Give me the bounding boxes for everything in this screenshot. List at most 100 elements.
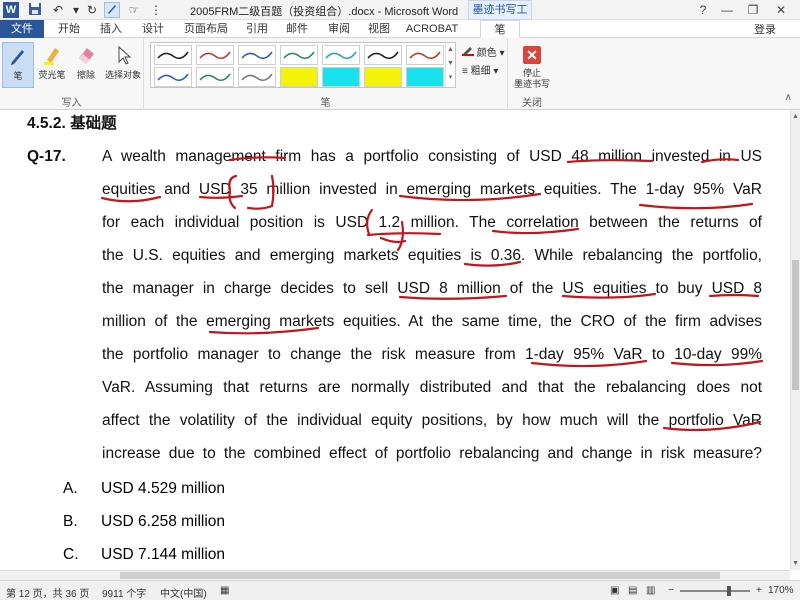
tab-pen[interactable]: 笔: [480, 20, 520, 38]
zoom-out-icon[interactable]: −: [668, 585, 674, 596]
pen-button[interactable]: 笔: [2, 42, 34, 88]
pen-color-dropdown[interactable]: 颜色 ▾: [462, 44, 505, 59]
maximize-button[interactable]: ❐: [740, 0, 766, 20]
close-group-label: 关闭: [522, 98, 542, 109]
write-group-label: 写入: [61, 98, 82, 109]
pen-style-swatch[interactable]: [322, 45, 360, 65]
tab-file[interactable]: 文件: [0, 20, 44, 38]
read-mode-icon[interactable]: ▣: [610, 585, 619, 596]
touch-mode-icon[interactable]: ☞: [126, 2, 142, 18]
pen-mode-icon[interactable]: [104, 2, 120, 18]
redo-icon[interactable]: ↻: [84, 2, 100, 18]
option-text: USD 6.258 million: [101, 513, 226, 530]
zoom-in-icon[interactable]: +: [756, 585, 762, 596]
horizontal-scrollbar[interactable]: [0, 570, 790, 580]
vertical-scrollbar[interactable]: ▲ ▼: [790, 110, 800, 570]
word-app-icon[interactable]: W: [3, 2, 19, 18]
write-group: 笔 荧光笔 擦除 选择对象 写入: [0, 38, 144, 110]
tab-mailings[interactable]: 邮件: [280, 20, 314, 38]
scroll-up-icon[interactable]: ▲: [791, 112, 800, 121]
select-objects-label: 选择对象: [104, 70, 141, 80]
option-text: USD 7.144 million: [101, 546, 226, 563]
word-window: W ↶ ▾ ↻ ☞ ⋮ 2005FRM二级百题（投资组合）.docx - Mic…: [0, 0, 800, 600]
pen-style-swatch[interactable]: [364, 67, 402, 87]
stop-inking-button[interactable]: ✕ 停止 墨迹书写: [508, 38, 556, 94]
zoom-slider-thumb[interactable]: [727, 586, 731, 596]
question-line: A wealth management firm has a portfolio…: [102, 148, 762, 165]
undo-icon[interactable]: ↶: [50, 2, 66, 18]
scroll-thumb[interactable]: [792, 260, 799, 390]
pen-weight-dropdown[interactable]: ≡ 粗细 ▾: [462, 62, 498, 77]
option-text: USD 4.529 million: [101, 480, 226, 497]
pen-style-swatch[interactable]: [364, 45, 402, 65]
pen-style-swatch[interactable]: [406, 67, 444, 87]
pen-group-label: 笔: [320, 98, 331, 109]
help-button[interactable]: ?: [690, 0, 716, 20]
question-label: Q-17.: [27, 148, 66, 165]
tab-acrobat[interactable]: ACROBAT: [404, 20, 460, 38]
pen-styles-group: ▲ ▼ ▾ 颜色 ▾ ≡ 粗细 ▾ 笔: [144, 38, 508, 110]
word-count[interactable]: 9911 个字: [102, 585, 146, 600]
save-icon[interactable]: [27, 2, 43, 18]
question-line: the manager in charge decides to sell US…: [102, 280, 762, 297]
pen-style-swatch[interactable]: [154, 45, 192, 65]
title-bar: W ↶ ▾ ↻ ☞ ⋮ 2005FRM二级百题（投资组合）.docx - Mic…: [0, 0, 800, 34]
question-line: the U.S. equities and emerging markets e…: [102, 247, 762, 264]
document-page[interactable]: 4.5.2. 基础题 Q-17. A wealth management fir…: [0, 110, 790, 570]
pen-weight-icon: ≡: [462, 66, 468, 77]
ribbon-tabs: 文件 开始 插入 设计 页面布局 引用 邮件 审阅 视图 ACROBAT 笔 登…: [0, 20, 800, 38]
document-title: 2005FRM二级百题（投资组合）.docx - Microsoft Word: [190, 6, 459, 18]
minimize-button[interactable]: —: [714, 0, 740, 20]
pen-style-swatch[interactable]: [406, 45, 444, 65]
tab-insert[interactable]: 插入: [94, 20, 128, 38]
scroll-down-icon[interactable]: ▼: [791, 559, 800, 568]
horizontal-scroll-thumb[interactable]: [120, 572, 720, 579]
close-button[interactable]: ✕: [768, 0, 794, 20]
zoom-level[interactable]: 170%: [768, 585, 794, 596]
pen-style-swatch[interactable]: [196, 67, 234, 87]
page-count[interactable]: 第 12 页，共 36 页: [6, 585, 89, 600]
language-indicator[interactable]: 中文(中国): [160, 585, 207, 600]
macro-icon[interactable]: ▦: [220, 585, 229, 596]
pen-style-swatch[interactable]: [196, 45, 234, 65]
sign-in-link[interactable]: 登录: [754, 21, 776, 37]
question-line: increase due to the combined effect of p…: [102, 445, 762, 462]
web-layout-icon[interactable]: ▥: [646, 585, 655, 596]
zoom-slider[interactable]: [680, 590, 750, 592]
stop-inking-label-1: 停止: [522, 68, 541, 78]
tab-references[interactable]: 引用: [240, 20, 274, 38]
select-objects-button[interactable]: 选择对象: [104, 42, 142, 88]
undo-dropdown-icon[interactable]: ▾: [68, 2, 84, 18]
print-layout-icon[interactable]: ▤: [628, 585, 637, 596]
highlighter-icon: [44, 48, 59, 65]
ink-tools-context-label: 墨迹书写工具: [468, 0, 532, 34]
highlighter-button[interactable]: 荧光笔: [36, 42, 68, 88]
tab-design[interactable]: 设计: [136, 20, 170, 38]
eraser-button[interactable]: 擦除: [70, 42, 102, 88]
pen-button-label: 笔: [13, 71, 23, 81]
tab-view[interactable]: 视图: [362, 20, 396, 38]
ink-underline: [638, 202, 754, 210]
option-letter: C.: [63, 546, 79, 563]
pen-style-swatch[interactable]: [280, 67, 318, 87]
pen-style-swatch[interactable]: [280, 45, 318, 65]
pen-icon: [11, 50, 24, 65]
highlighter-button-label: 荧光笔: [38, 70, 66, 80]
pen-style-swatch[interactable]: [322, 67, 360, 87]
eraser-icon: [79, 48, 94, 64]
pen-color-label: 颜色: [476, 48, 497, 59]
tab-review[interactable]: 审阅: [322, 20, 356, 38]
pen-weight-label: 粗细: [470, 66, 491, 77]
stop-inking-icon: ✕: [523, 46, 541, 64]
tab-home[interactable]: 开始: [52, 20, 86, 38]
customize-toolbar-icon[interactable]: ⋮: [148, 2, 164, 18]
collapse-ribbon-icon[interactable]: ∧: [785, 92, 792, 103]
pen-style-swatch[interactable]: [238, 45, 276, 65]
pen-style-swatch[interactable]: [238, 67, 276, 87]
close-group: ✕ 停止 墨迹书写 关闭: [508, 38, 556, 110]
pen-style-gallery[interactable]: ▲ ▼ ▾: [150, 42, 456, 88]
pen-style-swatch[interactable]: [154, 67, 192, 87]
gallery-scroll-icon[interactable]: ▲ ▼ ▾: [445, 43, 455, 87]
stop-inking-label-2: 墨迹书写: [513, 79, 550, 89]
tab-layout[interactable]: 页面布局: [178, 20, 234, 38]
